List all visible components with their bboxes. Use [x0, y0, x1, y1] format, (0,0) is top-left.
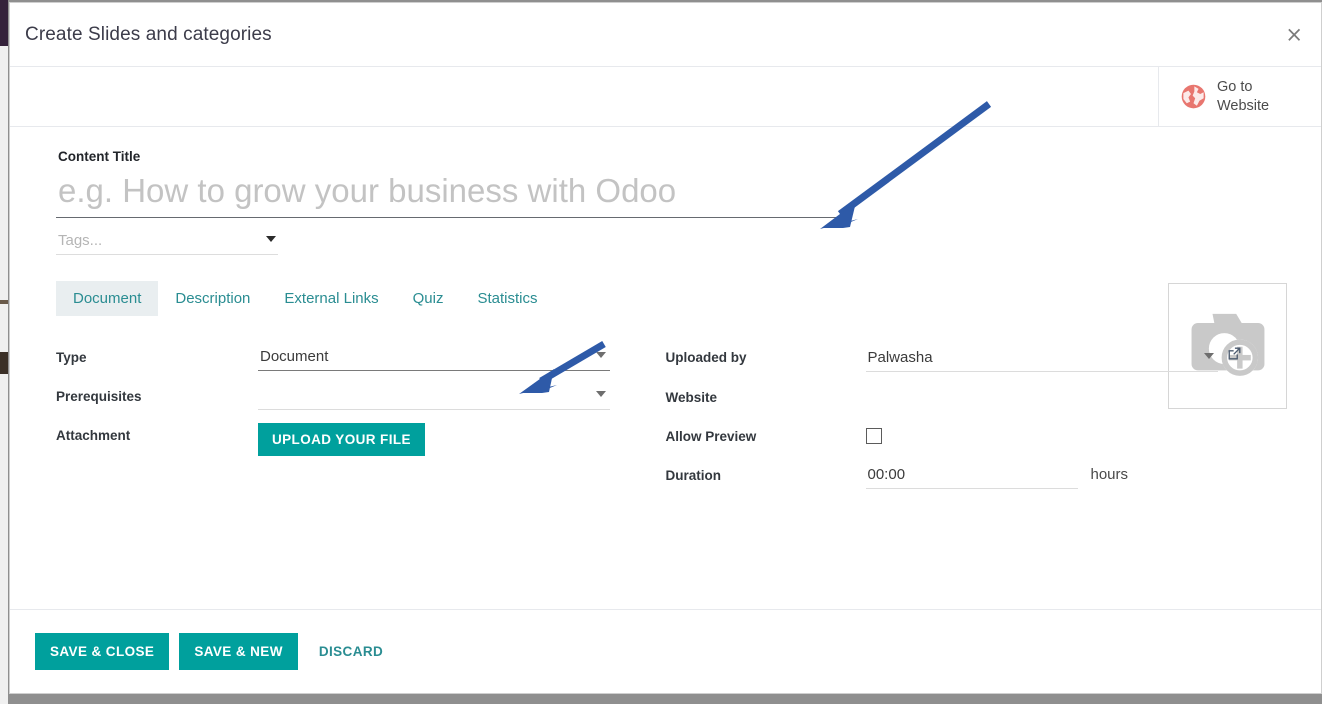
- globe-icon: [1180, 83, 1207, 110]
- prerequisites-control: [258, 384, 666, 410]
- uploaded-by-control: [865, 345, 1276, 372]
- form-sheet: Content Title Document Description Exter…: [10, 149, 1321, 502]
- content-title-label: Content Title: [58, 149, 141, 164]
- allow-preview-label: Allow Preview: [665, 429, 757, 444]
- external-link-icon[interactable]: [1226, 345, 1243, 367]
- uploaded-by-label: Uploaded by: [665, 350, 747, 365]
- tags-field[interactable]: [56, 230, 278, 255]
- field-row-allow-preview: Allow Preview: [666, 424, 1276, 450]
- uploaded-by-select[interactable]: [865, 346, 1218, 372]
- duration-control: hours: [865, 463, 1276, 489]
- document-tab-panel: Type Prerequisites: [56, 345, 1275, 502]
- prerequisites-label: Prerequisites: [56, 389, 142, 404]
- background-navbar: [0, 0, 8, 46]
- duration-input[interactable]: [865, 463, 1078, 489]
- dialog-title: Create Slides and categories: [25, 23, 272, 45]
- tab-statistics[interactable]: Statistics: [460, 281, 554, 316]
- attachment-label: Attachment: [56, 428, 131, 443]
- go-to-website-button[interactable]: Go to Website: [1158, 67, 1321, 126]
- field-row-uploaded-by: Uploaded by: [666, 345, 1276, 372]
- type-control: [258, 345, 666, 371]
- tab-quiz[interactable]: Quiz: [396, 281, 461, 316]
- notebook-tabs: Document Description External Links Quiz…: [56, 281, 1275, 317]
- stat-button-bar: Go to Website: [10, 67, 1321, 127]
- discard-button[interactable]: Discard: [308, 633, 394, 670]
- website-label: Website: [665, 390, 718, 405]
- close-icon[interactable]: ×: [1279, 20, 1309, 49]
- background-page: [0, 46, 8, 704]
- field-row-attachment: Attachment Upload your file: [56, 423, 666, 456]
- type-label: Type: [56, 350, 87, 365]
- allow-preview-checkbox[interactable]: [865, 428, 882, 444]
- type-select[interactable]: [258, 345, 610, 371]
- content-title-input[interactable]: [56, 170, 851, 218]
- background-artifact: [0, 300, 8, 304]
- background-artifact: [0, 352, 8, 374]
- upload-your-file-button[interactable]: Upload your file: [258, 423, 425, 456]
- dialog-body: Content Title Document Description Exter…: [10, 127, 1321, 609]
- tab-document[interactable]: Document: [56, 281, 159, 316]
- create-slides-dialog: Create Slides and categories × Go to Web…: [9, 2, 1322, 694]
- tab-description[interactable]: Description: [158, 281, 267, 316]
- form-column-right: Uploaded by Palwasha Website Allow Previ…: [666, 345, 1276, 502]
- tab-external-links[interactable]: External Links: [267, 281, 395, 316]
- field-row-website: Website: [666, 385, 1276, 411]
- duration-unit-label: hours: [1090, 466, 1129, 483]
- attachment-control: Upload your file: [258, 423, 666, 456]
- field-row-type: Type: [56, 345, 666, 371]
- save-and-new-button[interactable]: Save & New: [179, 633, 298, 670]
- dialog-footer: Save & Close Save & New Discard: [10, 609, 1321, 693]
- allow-preview-control: [865, 424, 1276, 449]
- tags-input[interactable]: [56, 230, 278, 255]
- go-to-website-label: Go to Website: [1217, 78, 1270, 114]
- form-column-left: Type Prerequisites: [56, 345, 666, 502]
- dialog-header: Create Slides and categories ×: [10, 3, 1321, 67]
- save-and-close-button[interactable]: Save & Close: [35, 633, 170, 670]
- field-row-prerequisites: Prerequisites: [56, 384, 666, 410]
- prerequisites-input[interactable]: [258, 384, 610, 410]
- duration-label: Duration: [665, 468, 722, 483]
- field-row-duration: Duration hours: [666, 463, 1276, 489]
